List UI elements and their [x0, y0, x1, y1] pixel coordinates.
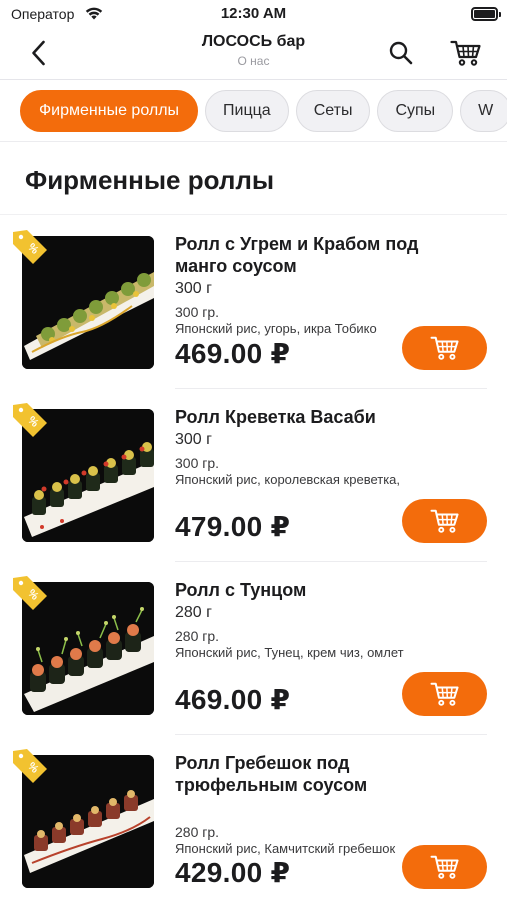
product-weight: 300 г: [175, 431, 212, 448]
about-link[interactable]: О нас: [0, 54, 507, 68]
product-weight: 300 г: [175, 280, 212, 297]
product-description: Японский рис, королевская креветка,: [175, 472, 401, 487]
nav-title-block[interactable]: ЛОСОСЬ бар О нас: [0, 33, 507, 68]
product-name: Ролл Креветка Васаби: [175, 407, 376, 427]
nav-bar: ЛОСОСЬ бар О нас: [0, 28, 507, 80]
product-card[interactable]: % Ролл Креветка Васаби 300 г 300 гр. Япо…: [0, 389, 507, 562]
product-name: Ролл Гребешок под трюфельным соусом: [175, 753, 368, 795]
search-button[interactable]: [386, 38, 416, 68]
product-price: 479.00 ₽: [175, 511, 291, 542]
tab-sets[interactable]: Сеты: [295, 90, 371, 132]
add-to-cart-button[interactable]: [402, 672, 487, 716]
search-icon: [389, 41, 413, 65]
cart-icon: [430, 855, 459, 879]
product-card[interactable]: % Ролл с Угрем и Крабом под манго соусом…: [0, 216, 507, 389]
section-title: Фирменные роллы: [25, 165, 275, 195]
product-card[interactable]: % Ролл с Тунцом 280 г 280 гр. Японский р…: [0, 562, 507, 735]
product-name: Ролл с Тунцом: [175, 580, 307, 600]
add-to-cart-button[interactable]: [402, 499, 487, 543]
product-price: 469.00 ₽: [175, 338, 291, 369]
add-to-cart-button[interactable]: [402, 845, 487, 889]
status-time: 12:30 AM: [220, 5, 287, 22]
product-weight-detail: 280 гр.: [175, 824, 220, 840]
tab-pizza[interactable]: Пицца: [205, 90, 289, 132]
product-weight-detail: 280 гр.: [175, 628, 220, 644]
product-price: 469.00 ₽: [175, 684, 291, 715]
product-card[interactable]: % Ролл Гребешок под трюфельным соусом 28…: [0, 735, 507, 900]
battery-icon: [471, 7, 501, 21]
add-to-cart-button[interactable]: [402, 326, 487, 370]
discount-tag-icon: %: [13, 576, 47, 610]
product-weight-detail: 300 гр.: [175, 455, 220, 471]
product-weight-detail: 300 гр.: [175, 304, 220, 320]
status-bar: Оператор 12:30 AM: [0, 0, 507, 28]
category-tabs: Фирменные роллы Пицца Сеты Супы W: [0, 80, 507, 142]
discount-tag-icon: %: [13, 749, 47, 783]
product-weight: 280 г: [175, 604, 212, 621]
cart-icon: [430, 509, 459, 533]
cart-icon: [430, 682, 459, 706]
cart-icon: [450, 40, 481, 66]
cart-icon: [430, 336, 459, 360]
section-divider: [0, 214, 507, 215]
tab-signature-rolls[interactable]: Фирменные роллы: [20, 90, 199, 132]
page-title: ЛОСОСЬ бар: [201, 33, 306, 50]
discount-tag-icon: %: [13, 230, 47, 264]
header-cart-button[interactable]: [448, 37, 484, 69]
product-price: 429.00 ₽: [175, 857, 291, 888]
product-description: Японский рис, Тунец, крем чиз, омлет: [175, 645, 404, 660]
product-name: Ролл с Угрем и Крабом под манго соусом: [175, 234, 419, 276]
tab-more[interactable]: W: [460, 90, 507, 132]
tab-soups[interactable]: Супы: [377, 90, 454, 132]
discount-tag-icon: %: [13, 403, 47, 437]
